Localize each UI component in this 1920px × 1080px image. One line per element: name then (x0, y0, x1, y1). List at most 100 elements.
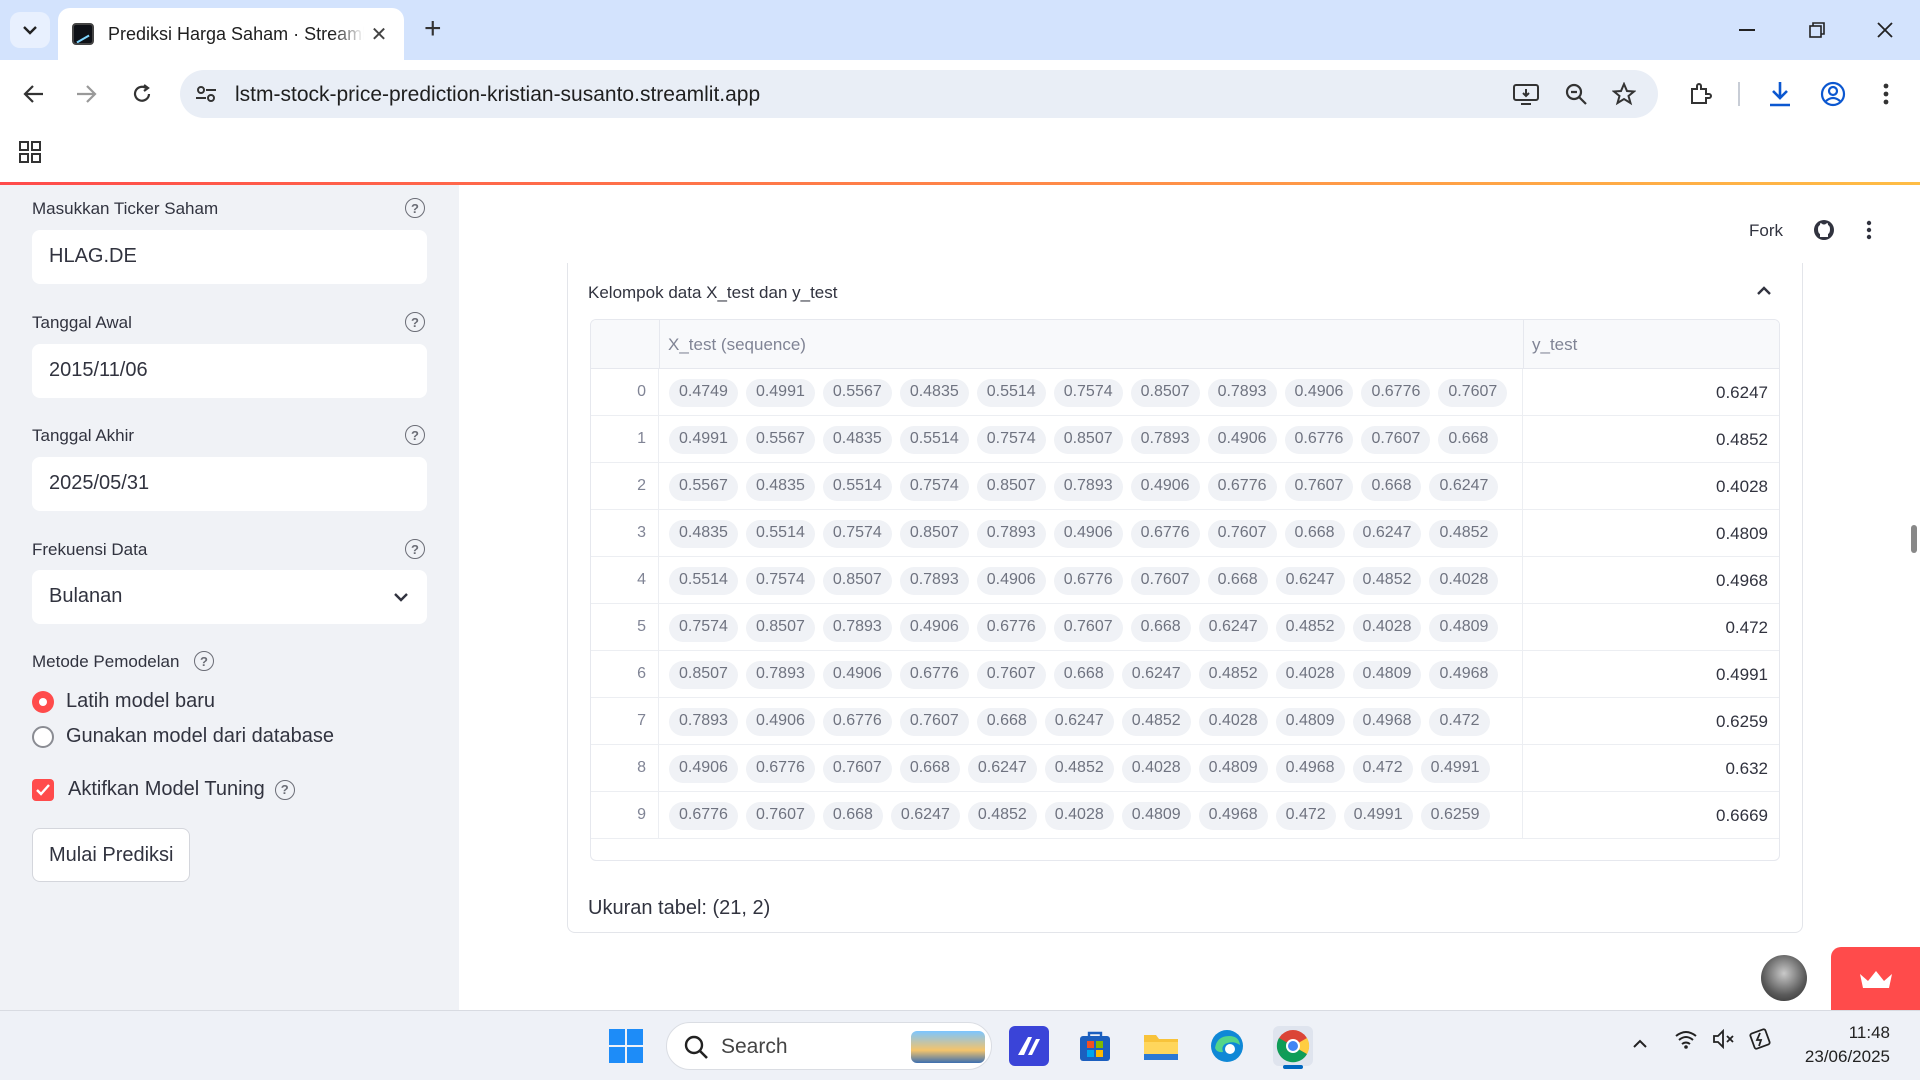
x-test-cell[interactable]: 0.5514 0.7574 0.8507 0.7893 0.4906 0.6776 0.76… (659, 557, 1523, 604)
address-bar[interactable]: lstm-stock-price-prediction-kristian-sus… (180, 70, 1658, 118)
site-settings-icon[interactable] (194, 82, 218, 106)
radio-db-model[interactable]: Gunakan model dari database (32, 725, 334, 748)
sequence-value-pill: 0.4852 (1275, 614, 1345, 642)
x-test-cell[interactable]: 0.8507 0.7893 0.4906 0.6776 0.7607 0.668 0.624… (659, 651, 1523, 698)
x-test-cell[interactable]: 0.5567 0.4835 0.5514 0.7574 0.8507 0.7893 0.49… (659, 463, 1523, 510)
system-clock[interactable]: 11:48 23/06/2025 (1805, 1021, 1890, 1069)
sequence-value-pill: 0.4028 (1429, 567, 1499, 595)
frequency-select[interactable]: Bulanan (32, 570, 427, 624)
tab-search-button[interactable] (10, 12, 50, 48)
x-test-cell[interactable]: 0.4991 0.5567 0.4835 0.5514 0.7574 0.8507 0.78… (659, 416, 1523, 463)
frequency-selected-value: Bulanan (49, 585, 123, 607)
sequence-value-pill: 0.4991 (1420, 755, 1490, 783)
browser-tab[interactable]: Prediksi Harga Saham · Streamlit ✕ (58, 8, 404, 60)
x-test-cell[interactable]: 0.4906 0.6776 0.7607 0.668 0.6247 0.4852 0.402… (659, 745, 1523, 792)
battery-charging-icon[interactable] (1748, 1028, 1774, 1055)
frequency-help-icon[interactable]: ? (405, 539, 425, 559)
chrome-browser-icon[interactable] (1273, 1026, 1313, 1066)
expander-title[interactable]: Kelompok data X_test dan y_test (588, 283, 838, 303)
copilot-app-icon[interactable] (1009, 1026, 1049, 1066)
install-app-icon[interactable] (1512, 82, 1540, 106)
taskbar-search-box[interactable]: Search (666, 1022, 992, 1070)
extensions-puzzle-icon[interactable] (1682, 76, 1718, 112)
streamlit-crown-button[interactable] (1831, 947, 1920, 1010)
column-header-x-test[interactable]: X_test (sequence) (668, 335, 806, 355)
volume-muted-icon[interactable] (1712, 1028, 1736, 1054)
y-test-cell[interactable]: 0.4968 (1523, 557, 1779, 604)
sequence-value-pill: 0.472 (1275, 802, 1336, 830)
y-test-cell[interactable]: 0.472 (1523, 604, 1779, 651)
row-index: 6 (591, 651, 659, 698)
sequence-value-pill: 0.6776 (1361, 379, 1431, 407)
table-row[interactable]: 5 0.7574 0.8507 0.7893 0.4906 0.6776 0.7607 0.6… (591, 604, 1779, 651)
end-date-input[interactable]: 2025/05/31 (32, 457, 427, 511)
y-test-cell[interactable]: 0.6259 (1523, 698, 1779, 745)
sequence-value-pill: 0.6776 (976, 614, 1046, 642)
end-date-help-icon[interactable]: ? (405, 425, 425, 445)
new-tab-plus-icon[interactable]: + (424, 14, 442, 44)
table-row[interactable]: 2 0.5567 0.4835 0.5514 0.7574 0.8507 0.7893 0.4… (591, 463, 1779, 510)
method-help-icon[interactable]: ? (194, 651, 214, 671)
back-arrow-icon[interactable] (16, 76, 52, 112)
edge-browser-icon[interactable] (1207, 1026, 1247, 1066)
windows-start-icon[interactable] (606, 1026, 646, 1066)
table-row[interactable]: 1 0.4991 0.5567 0.4835 0.5514 0.7574 0.8507 0.7… (591, 416, 1779, 463)
close-tab-icon[interactable]: ✕ (368, 22, 390, 47)
app-menu-icon[interactable] (1866, 220, 1872, 245)
sequence-value-pill: 0.6776 (1207, 473, 1277, 501)
chevron-up-icon[interactable] (1632, 1033, 1648, 1054)
radio-new-model[interactable]: Latih model baru (32, 690, 215, 713)
table-row[interactable]: 3 0.4835 0.5514 0.7574 0.8507 0.7893 0.4906 0.6… (591, 510, 1779, 557)
table-row[interactable]: 6 0.8507 0.7893 0.4906 0.6776 0.7607 0.668 0.62… (591, 651, 1779, 698)
x-test-cell[interactable]: 0.6776 0.7607 0.668 0.6247 0.4852 0.4028 0.480… (659, 792, 1523, 839)
zoom-icon[interactable] (1562, 82, 1590, 106)
apps-grid-icon[interactable] (18, 140, 42, 169)
ticker-help-icon[interactable]: ? (405, 198, 425, 218)
y-test-cell[interactable]: 0.6247 (1523, 369, 1779, 416)
y-test-cell[interactable]: 0.4809 (1523, 510, 1779, 557)
y-test-cell[interactable]: 0.6669 (1523, 792, 1779, 839)
start-date-help-icon[interactable]: ? (405, 312, 425, 332)
tuning-help-icon[interactable]: ? (274, 779, 295, 800)
fork-button[interactable]: Fork (1749, 221, 1783, 241)
y-test-cell[interactable]: 0.4991 (1523, 651, 1779, 698)
y-test-cell[interactable]: 0.632 (1523, 745, 1779, 792)
table-row[interactable]: 0 0.4749 0.4991 0.5567 0.4835 0.5514 0.7574 0.8… (591, 369, 1779, 416)
table-row[interactable]: 4 0.5514 0.7574 0.8507 0.7893 0.4906 0.6776 0.7… (591, 557, 1779, 604)
tuning-checkbox[interactable]: Aktifkan Model Tuning ? (32, 778, 295, 801)
x-test-cell[interactable]: 0.7893 0.4906 0.6776 0.7607 0.668 0.6247 0.485… (659, 698, 1523, 745)
github-icon[interactable] (1813, 219, 1835, 246)
start-prediction-button[interactable]: Mulai Prediksi (32, 828, 191, 882)
table-row[interactable]: 8 0.4906 0.6776 0.7607 0.668 0.6247 0.4852 0.40… (591, 745, 1779, 792)
file-explorer-icon[interactable] (1141, 1026, 1181, 1066)
downloads-icon[interactable] (1762, 76, 1798, 112)
minimize-icon[interactable] (1727, 12, 1767, 48)
browser-menu-icon[interactable] (1868, 76, 1904, 112)
sequence-value-pill: 0.7893 (745, 661, 815, 689)
bookmark-star-icon[interactable] (1610, 82, 1638, 106)
column-header-y-test[interactable]: y_test (1532, 335, 1577, 355)
close-window-icon[interactable] (1865, 12, 1905, 48)
avatar[interactable] (1761, 955, 1807, 1001)
sequence-value-pill: 0.668 (1207, 567, 1268, 595)
x-test-cell[interactable]: 0.4749 0.4991 0.5567 0.4835 0.5514 0.7574 0.85… (659, 369, 1523, 416)
x-test-cell[interactable]: 0.4835 0.5514 0.7574 0.8507 0.7893 0.4906 0.67… (659, 510, 1523, 557)
sequence-value-pill: 0.6247 (1198, 614, 1268, 642)
scrollbar-thumb[interactable] (1911, 525, 1917, 553)
sequence-value-pill: 0.4852 (1198, 661, 1268, 689)
data-table[interactable]: X_test (sequence) y_test 0 0.4749 0.4991 0.… (590, 319, 1780, 861)
restore-icon[interactable] (1797, 12, 1837, 48)
reload-icon[interactable] (124, 76, 160, 112)
table-row[interactable]: 9 0.6776 0.7607 0.668 0.6247 0.4852 0.4028 0.48… (591, 792, 1779, 839)
x-test-cell[interactable]: 0.7574 0.8507 0.7893 0.4906 0.6776 0.7607 0.66… (659, 604, 1523, 651)
profile-icon[interactable] (1815, 76, 1851, 112)
wifi-icon[interactable] (1674, 1029, 1698, 1054)
forward-arrow-icon[interactable] (68, 76, 104, 112)
ticker-input[interactable]: HLAG.DE (32, 230, 427, 284)
microsoft-store-icon[interactable] (1075, 1026, 1115, 1066)
start-date-input[interactable]: 2015/11/06 (32, 344, 427, 398)
chevron-up-icon[interactable] (1756, 283, 1772, 301)
table-row[interactable]: 7 0.7893 0.4906 0.6776 0.7607 0.668 0.6247 0.48… (591, 698, 1779, 745)
y-test-cell[interactable]: 0.4852 (1523, 416, 1779, 463)
y-test-cell[interactable]: 0.4028 (1523, 463, 1779, 510)
